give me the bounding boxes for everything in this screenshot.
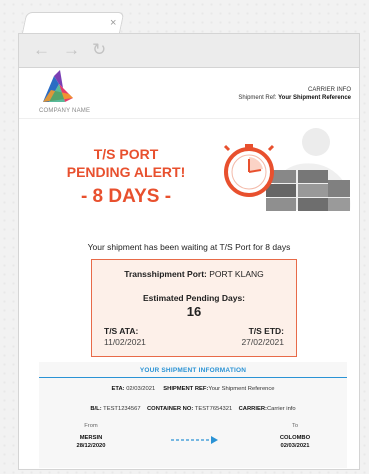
ts-ata-label: T/S ATA: [104,326,139,336]
alert-days: - 8 DAYS - [80,186,172,207]
shipment-ref-label: Shipment Ref: [238,95,277,101]
back-icon[interactable]: ← [33,41,50,59]
ts-etd-label: T/S ETD: [248,326,284,336]
email-page: COMPANY NAME CARRIER INFO Shipment Ref: … [18,67,360,470]
header-divider [19,118,359,119]
carrier-info: CARRIER INFO [307,87,351,93]
bl-container-carrier-row: B/L: TEST1234567 CONTAINER NO: TEST76543… [39,406,347,412]
from-date: 28/12/2020 [76,443,106,449]
pending-days-label: Estimated Pending Days: [142,293,246,303]
pending-days-value: 16 [186,304,202,319]
ts-ata-value: 11/02/2021 [104,337,146,347]
to-city: COLOMBO [279,435,311,441]
forward-icon[interactable]: → [63,41,80,59]
to-date: 02/03/2021 [280,443,310,449]
eta-shipref-row: ETA: 02/03/2021 SHIPMENT REF:Your Shipme… [39,386,347,392]
bl-value: TEST1234567 [103,406,141,412]
container-label: CONTAINER NO: [147,406,194,412]
shipref-label: SHIPMENT REF: [163,386,209,392]
pending-summary-box: Transshipment Port: PORT KLANG Estimated… [91,259,297,357]
eta-label: ETA: [111,386,125,392]
browser-toolbar: ← → ↻ [18,33,360,68]
shipment-ref-value: Your Shipment Reference [278,95,351,101]
route-arrow-icon [171,436,218,444]
shipref-value: Your Shipment Reference [208,386,275,392]
browser-window: × ← → ↻ COMPANY NAME CARRIER INFO Shipme… [18,6,360,470]
ts-etd-value: 27/02/2021 [241,337,284,347]
browser-tab[interactable] [21,12,125,35]
to-label: To [291,423,299,429]
bl-label: B/L: [90,406,102,412]
shipment-info-divider [39,377,347,378]
clock-containers-illustration [223,128,351,211]
shipment-info-panel: YOUR SHIPMENT INFORMATION ETA: 02/03/202… [39,362,347,468]
shipment-ref-header: Shipment Ref: Your Shipment Reference [238,95,351,101]
reload-icon[interactable]: ↻ [92,41,106,59]
from-city: MERSIN [79,435,103,441]
company-logo [43,70,73,102]
port-label: Transshipment Port: [124,269,207,279]
carrier-label: CARRIER: [238,406,267,412]
alert-title-line1: T/S PORT [93,146,159,162]
waiting-message: Your shipment has been waiting at T/S Po… [87,242,291,252]
port-value: PORT KLANG [209,269,264,279]
tab-close-icon[interactable]: × [110,17,116,29]
shipment-info-title: YOUR SHIPMENT INFORMATION [139,367,247,374]
eta-value: 02/03/2021 [126,386,156,392]
from-label: From [84,423,98,429]
transshipment-port: Transshipment Port: PORT KLANG [92,269,296,279]
container-value: TEST7654321 [194,406,233,412]
company-name: COMPANY NAME [39,108,91,114]
alert-title-line2: PENDING ALERT! [66,164,186,180]
carrier-value: Carrier info [266,406,296,412]
